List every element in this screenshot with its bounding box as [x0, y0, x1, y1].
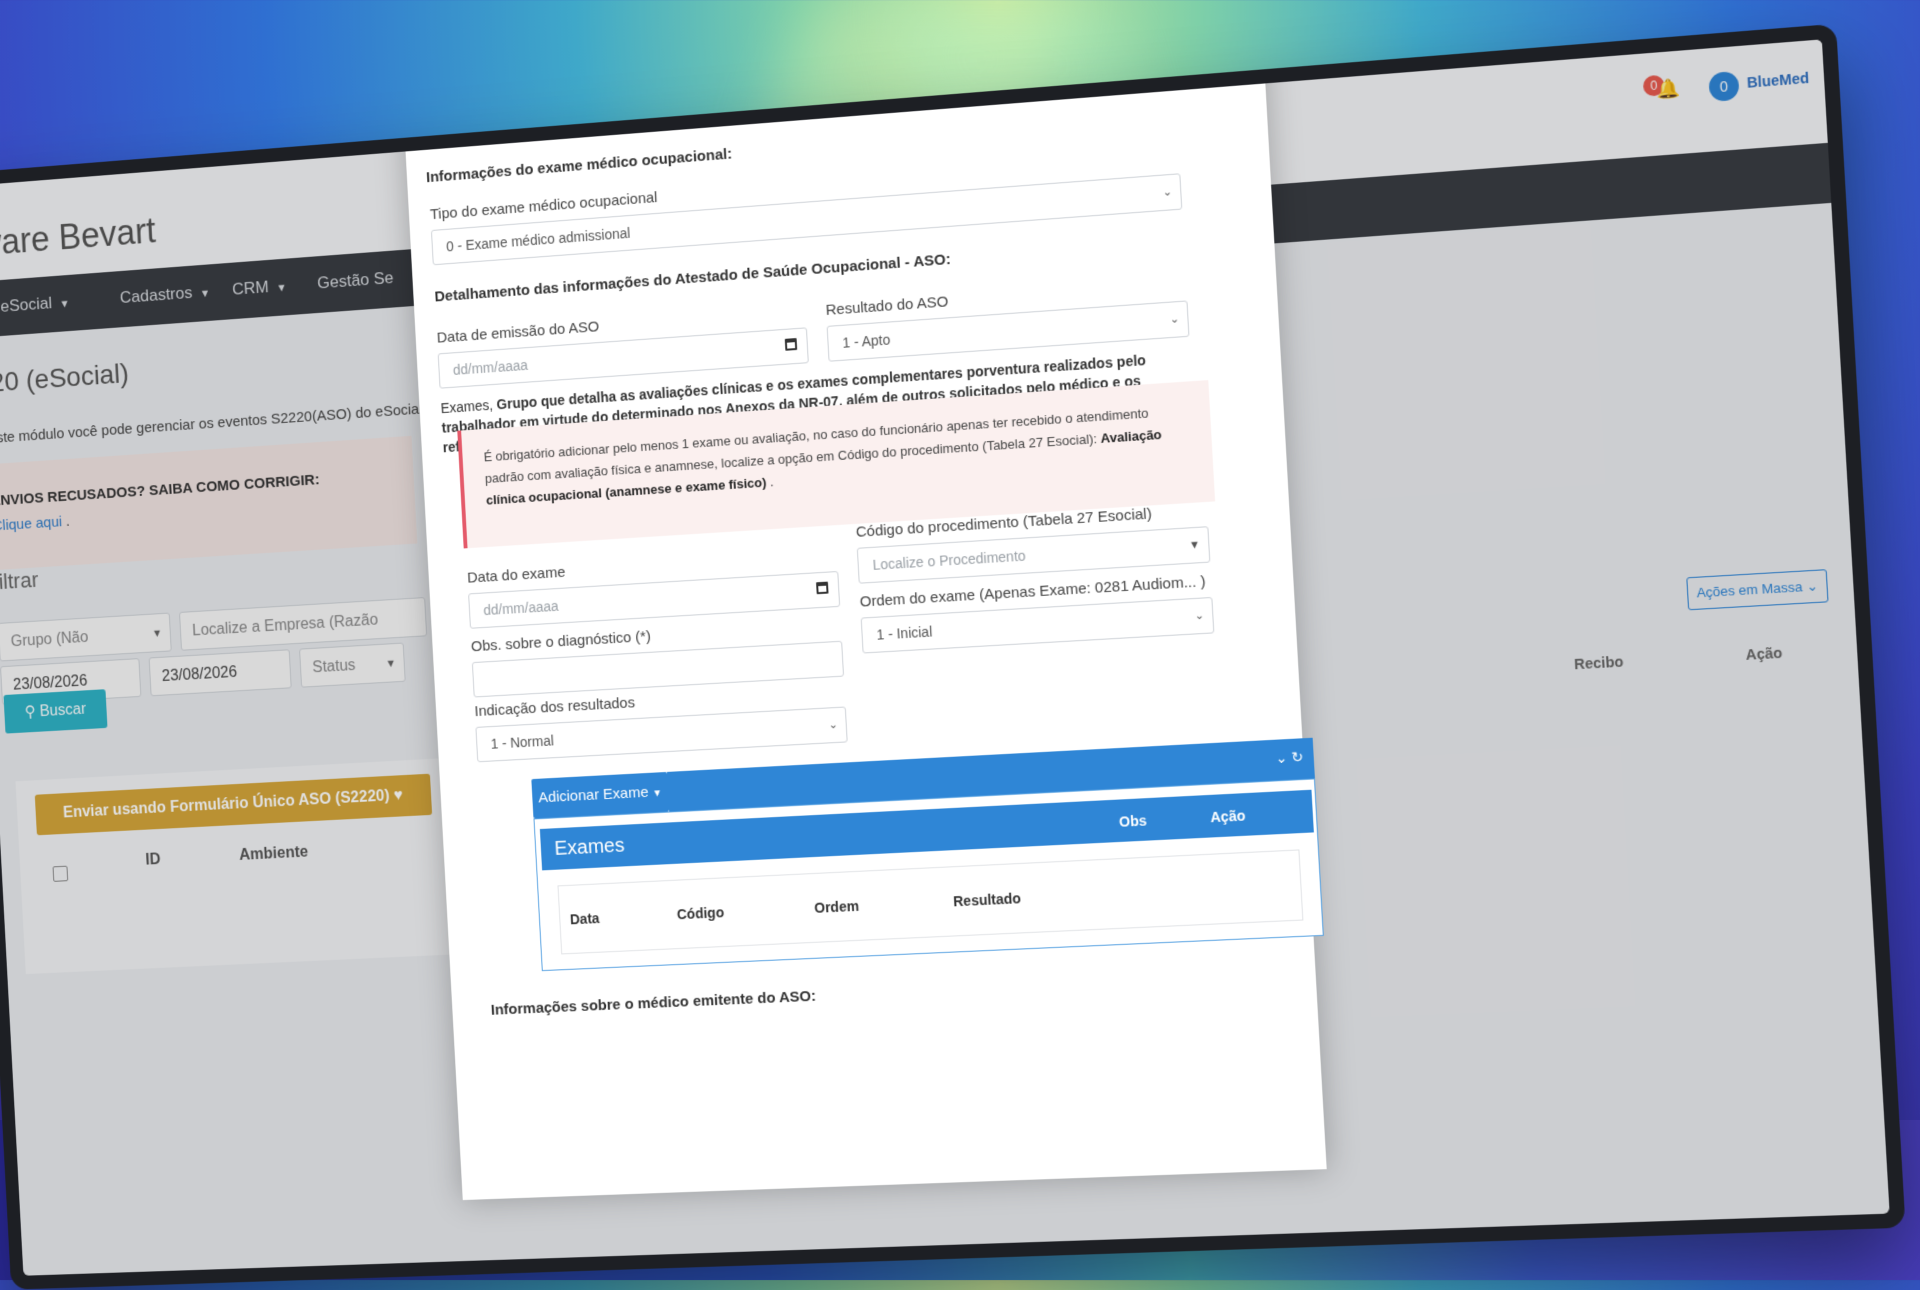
- aso-modal: Informações do exame médico ocupacional:…: [403, 53, 1327, 1201]
- column-header-data: Data: [569, 910, 600, 928]
- chevron-down-icon: ⌄: [1162, 186, 1173, 199]
- monitor-frame: tware Bevart 0 🔔 0 BlueMed inel eSocial▼…: [0, 23, 1906, 1290]
- emission-date-label: Data de emissão do ASO: [436, 318, 600, 347]
- refresh-icon[interactable]: ↻: [1291, 748, 1304, 765]
- add-exam-button[interactable]: Adicionar Exame ▼: [531, 771, 670, 819]
- column-header-ordem: Ordem: [813, 897, 860, 916]
- toolbar-icons: ⌄ ↻: [1275, 748, 1304, 767]
- exam-info-heading: Informações do exame médico ocupacional:: [425, 145, 733, 187]
- warning-suffix: .: [769, 474, 774, 490]
- column-header-acao-top: Ação: [1209, 807, 1246, 826]
- column-header-codigo: Código: [676, 904, 725, 923]
- aso-result-label: Resultado do ASO: [825, 293, 949, 319]
- caret-down-icon: ▼: [652, 788, 663, 800]
- screen: tware Bevart 0 🔔 0 BlueMed inel eSocial▼…: [0, 39, 1890, 1276]
- caret-down-icon: ▼: [1188, 538, 1201, 552]
- column-header-resultado: Resultado: [952, 890, 1022, 910]
- chevron-down-icon[interactable]: ⌄: [1275, 749, 1288, 766]
- calendar-icon[interactable]: [784, 338, 798, 351]
- chevron-down-icon: ⌄: [828, 718, 839, 732]
- chevron-down-icon: ⌄: [1194, 609, 1205, 623]
- exam-type-select[interactable]: 0 - Exame médico admissional ⌄: [430, 173, 1183, 266]
- doctor-info-heading: Informações sobre o médico emitente do A…: [490, 987, 817, 1019]
- calendar-icon[interactable]: [816, 581, 829, 595]
- results-label: Indicação dos resultados: [474, 694, 636, 721]
- exams-intro-prefix: Exames,: [440, 396, 494, 417]
- exam-date-label: Data do exame: [466, 563, 566, 587]
- column-header-obs-top: Obs: [1118, 812, 1148, 830]
- chevron-down-icon: ⌄: [1169, 313, 1180, 326]
- diagnosis-label: Obs. sobre o diagnóstico (*): [470, 628, 652, 656]
- exams-table: Data Código Ordem Resultado: [557, 849, 1304, 955]
